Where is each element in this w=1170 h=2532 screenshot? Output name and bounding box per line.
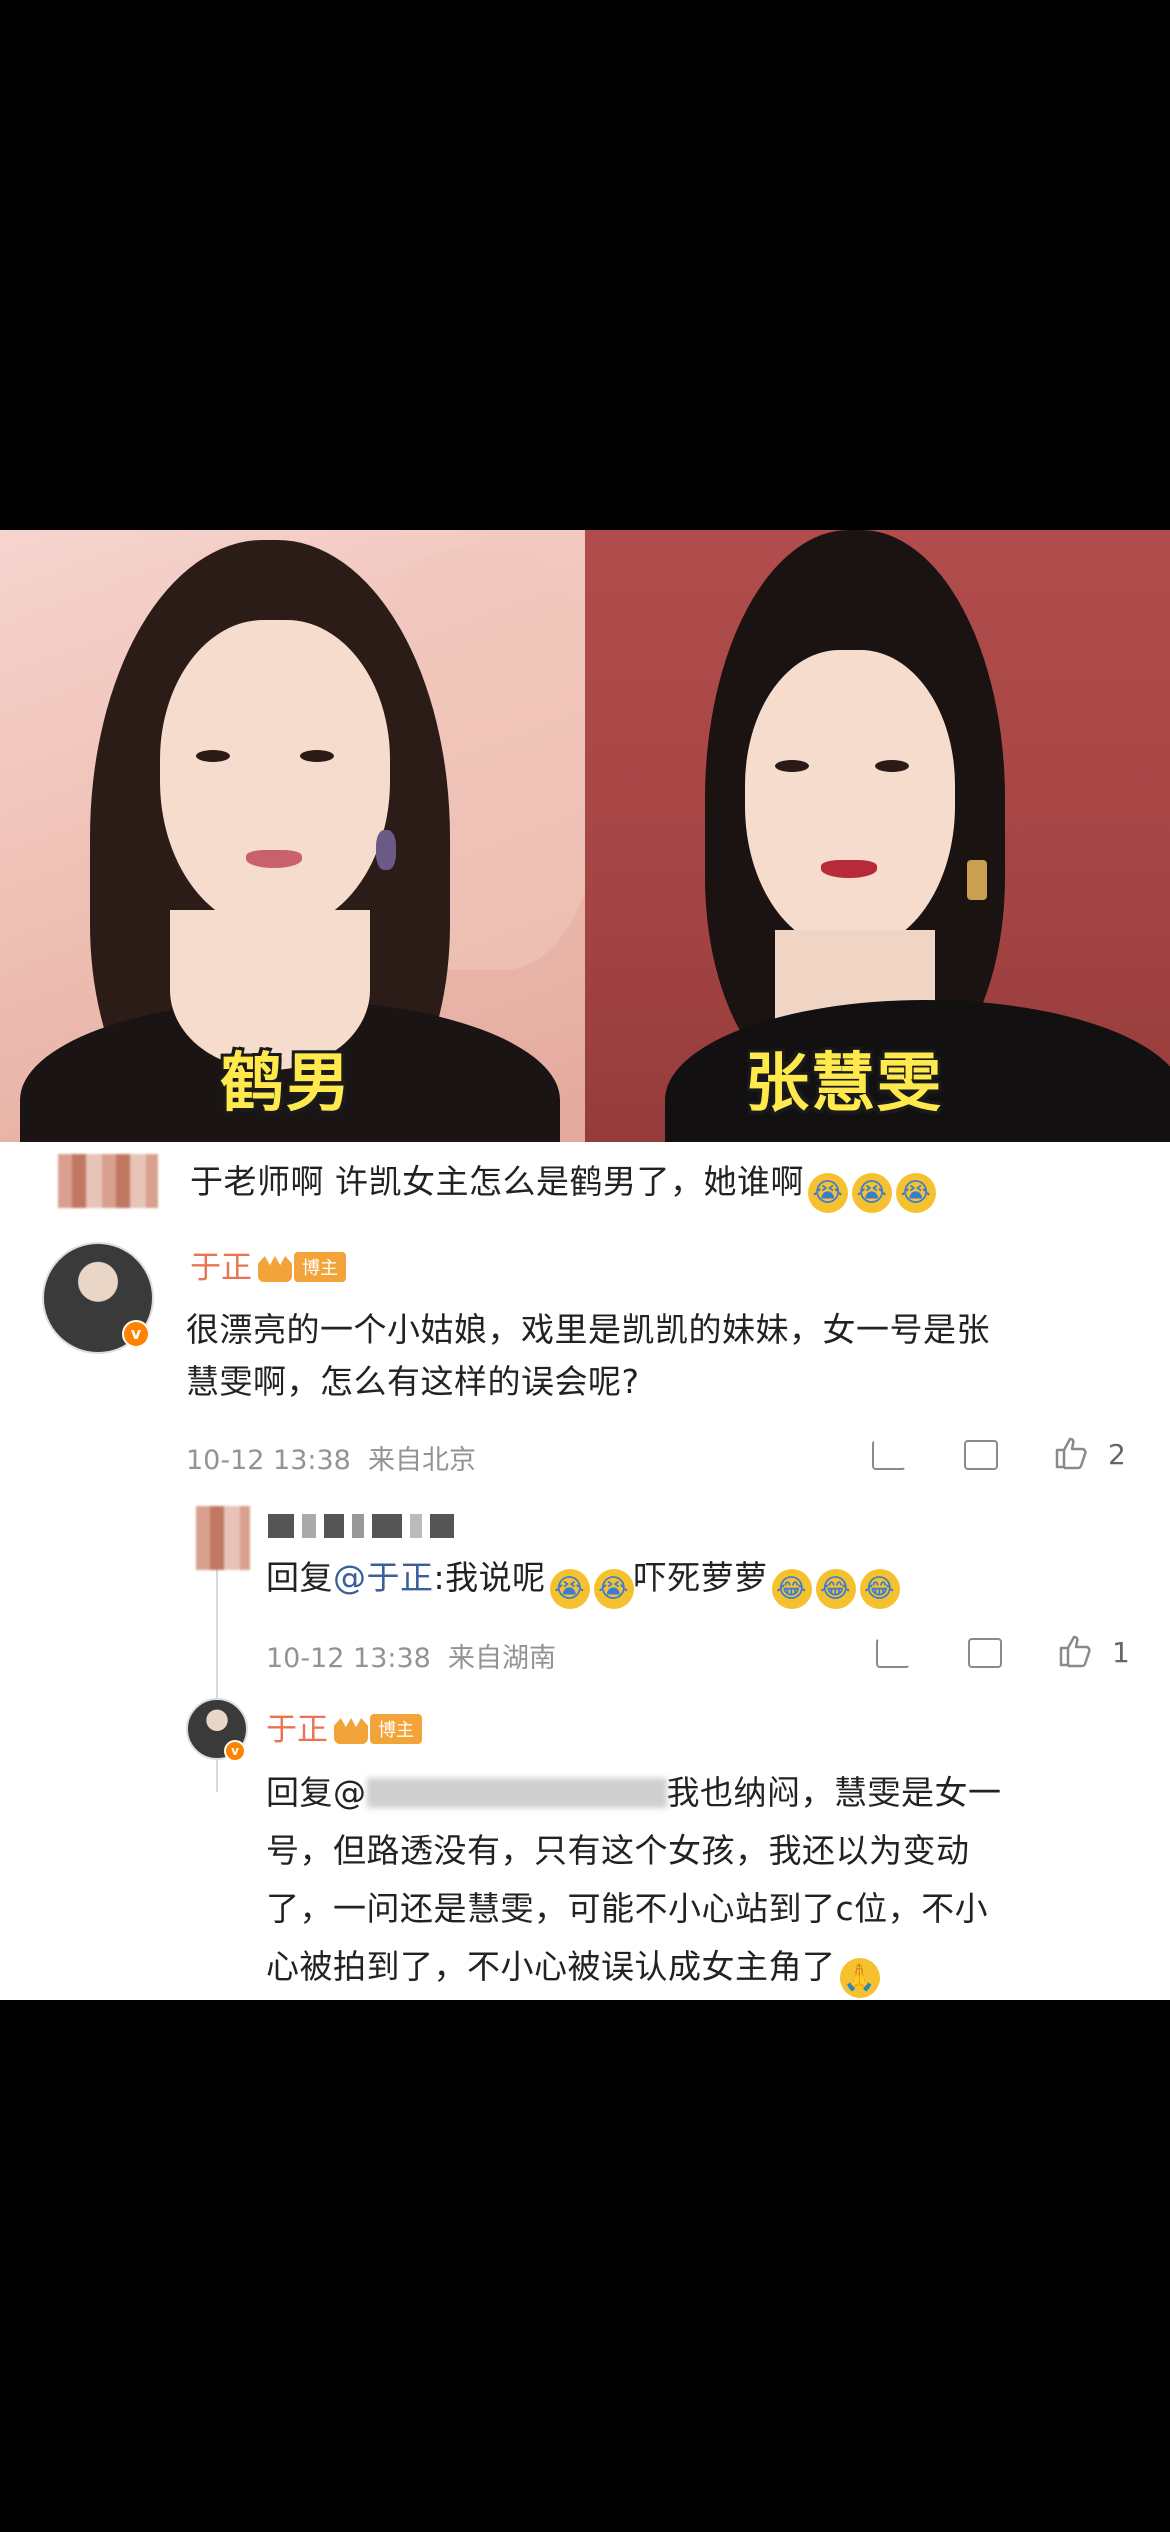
top-comment[interactable]: 于老师啊 许凯女主怎么是鹤男了，她谁啊 😭 😭 😭 <box>190 1156 936 1213</box>
sub-reply-2-line-1: 回复@ 我也纳闷，慧雯是女一 <box>266 1764 1146 1822</box>
blurred-mention <box>366 1778 667 1808</box>
timestamp: 10-12 13:38 <box>266 1643 431 1674</box>
photo-right-portrait: 张慧雯 <box>585 530 1170 1142</box>
reply-line-1-tail: 我也纳闷，慧雯是女一 <box>666 1773 1002 1812</box>
lips <box>246 850 302 868</box>
comment-panel: 于老师啊 许凯女主怎么是鹤男了，她谁啊 😭 😭 😭 v 于正 博主 很漂亮的一个小姑娘，… <box>0 1142 1170 2000</box>
earring <box>376 830 396 870</box>
verified-badge: v <box>122 1320 150 1348</box>
face-shape <box>160 620 390 930</box>
crown-icon <box>334 1718 368 1744</box>
like-count: 2 <box>1108 1438 1126 1471</box>
main-reply-header: 于正 博主 <box>190 1242 346 1287</box>
photo-comparison: 鹤男 张慧雯 <box>0 530 1170 1142</box>
laughing-crying-emoji: 😂 <box>815 1569 856 1609</box>
reply-prefix: 回复 <box>266 1558 333 1597</box>
like-icon[interactable] <box>1058 1634 1092 1668</box>
pray-emoji: 🙏 <box>839 1958 880 1998</box>
sub-reply-2-header: 于正 博主 <box>266 1704 422 1749</box>
location: 来自北京 <box>368 1445 477 1476</box>
sub-reply-2-line-4: 心被拍到了，不小心被误认成女主角了 🙏 <box>266 1938 1146 1998</box>
caption-right: 张慧雯 <box>745 1047 943 1121</box>
crying-emoji: 😭 <box>896 1173 936 1213</box>
share-icon[interactable] <box>872 1440 906 1470</box>
sub-reply-2-line-2: 号，但路透没有，只有这个女孩，我还以为变动 <box>266 1831 970 1870</box>
main-reply-line-2: 慧雯啊，怎么有这样的误会呢? <box>186 1362 640 1401</box>
earring <box>967 860 987 900</box>
blogger-badge: 博主 <box>370 1714 422 1744</box>
sub-reply-2-line-3: 了，一问还是慧雯，可能不小心站到了c位，不小 <box>266 1889 989 1928</box>
like-count: 1 <box>1112 1636 1130 1669</box>
blurred-avatar <box>58 1154 158 1208</box>
sub-reply-1-meta: 10-12 13:38 来自湖南 <box>266 1636 556 1675</box>
username[interactable]: 于正 <box>190 1250 252 1286</box>
laughing-crying-emoji: 😂 <box>859 1569 900 1609</box>
crying-emoji: 😭 <box>549 1569 590 1609</box>
eye-right <box>300 750 334 762</box>
eye-left <box>196 750 230 762</box>
timestamp: 10-12 13:38 <box>186 1445 351 1476</box>
eye-right <box>875 760 909 772</box>
sub-reply-1-text[interactable]: 回复@于正:我说呢 😭 😭 吓死萝萝 😂 😂 😂 <box>266 1552 900 1609</box>
crying-emoji: 😭 <box>852 1173 892 1213</box>
main-reply-text[interactable]: 很漂亮的一个小姑娘，戏里是凯凯的妹妹，女一号是张 慧雯啊，怎么有这样的误会呢? <box>186 1304 1146 1408</box>
main-reply-line-1: 很漂亮的一个小姑娘，戏里是凯凯的妹妹，女一号是张 <box>186 1310 990 1349</box>
crying-emoji: 😭 <box>593 1569 634 1609</box>
reply-line-4-text: 心被拍到了，不小心被误认成女主角了 <box>266 1947 836 1986</box>
laughing-crying-emoji: 😂 <box>771 1569 812 1609</box>
comment-icon[interactable] <box>964 1440 998 1470</box>
main-reply-meta: 10-12 13:38 来自北京 <box>186 1438 476 1477</box>
eye-left <box>775 760 809 772</box>
mention-link[interactable]: @于正 <box>333 1558 434 1597</box>
crying-emoji: 😭 <box>808 1173 848 1213</box>
caption-left: 鹤男 <box>220 1047 352 1121</box>
share-icon[interactable] <box>876 1638 910 1668</box>
lips <box>821 860 877 878</box>
blogger-badge: 博主 <box>294 1252 346 1282</box>
top-comment-text: 于老师啊 许凯女主怎么是鹤男了，她谁啊 <box>190 1162 804 1201</box>
reply-text-a: :我说呢 <box>433 1558 546 1597</box>
comment-icon[interactable] <box>968 1638 1002 1668</box>
bottom-black-band <box>0 2000 1170 2532</box>
verified-badge: v <box>224 1740 246 1762</box>
location: 来自湖南 <box>448 1643 557 1674</box>
blurred-avatar <box>196 1506 250 1570</box>
sub-reply-2-text[interactable]: 回复@ 我也纳闷，慧雯是女一 号，但路透没有，只有这个女孩，我还以为变动 了，一问… <box>266 1764 1146 1998</box>
reply-prefix: 回复@ <box>266 1773 367 1812</box>
top-black-band <box>0 0 1170 530</box>
face-shape <box>745 650 955 950</box>
reply-text-b: 吓死萝萝 <box>633 1558 768 1597</box>
crown-icon <box>258 1256 292 1282</box>
photo-left-portrait: 鹤男 <box>0 530 585 1142</box>
username[interactable]: 于正 <box>266 1712 328 1748</box>
like-icon[interactable] <box>1054 1436 1088 1470</box>
blurred-username <box>268 1514 454 1538</box>
